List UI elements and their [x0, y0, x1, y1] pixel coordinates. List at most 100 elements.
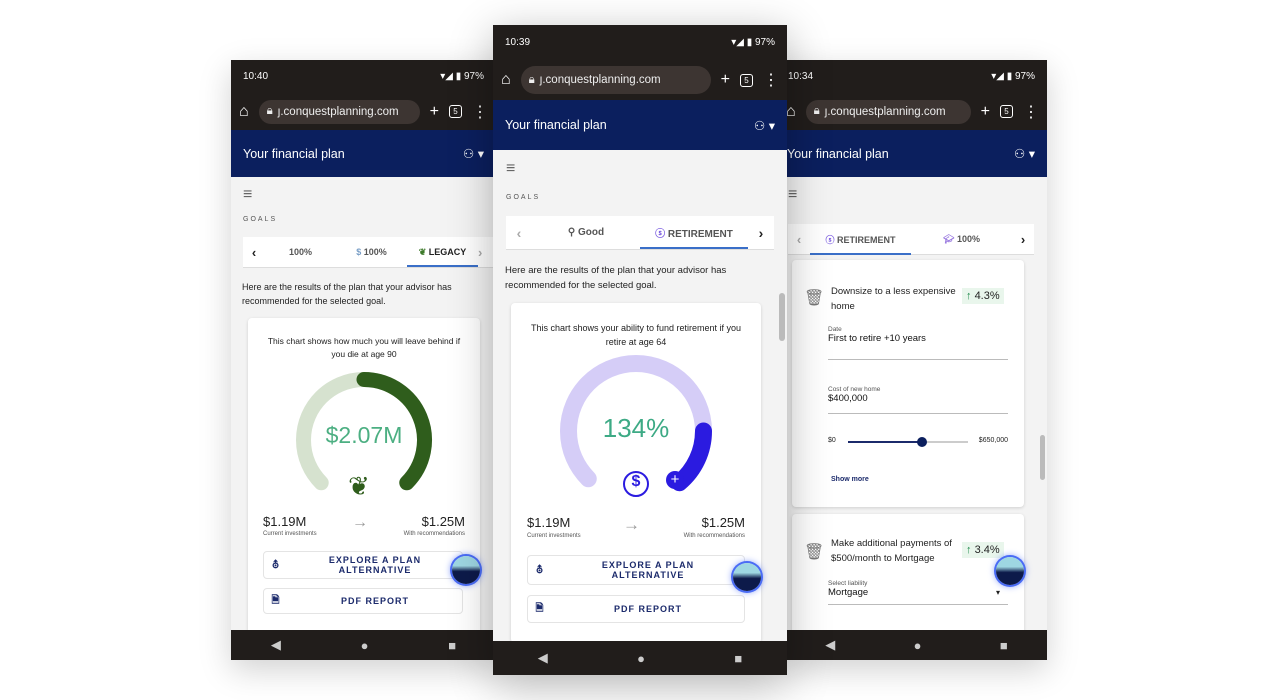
- cost-field[interactable]: Cost of new home $400,000: [828, 386, 1008, 414]
- date-field[interactable]: Date First to retire +10 years: [828, 326, 1008, 360]
- scrollbar[interactable]: [1040, 435, 1045, 480]
- goal-tabs: ‹ 100% $ 100% ❦ LEGACY ›: [243, 237, 496, 268]
- home-button-icon[interactable]: ●: [914, 638, 922, 653]
- home-button-icon[interactable]: ●: [361, 638, 369, 653]
- back-icon[interactable]: ◀: [825, 637, 835, 653]
- coin-icon: ⓢ: [825, 234, 835, 245]
- pdf-report-button[interactable]: 🗎 PDF REPORT: [263, 588, 463, 614]
- prev-icon[interactable]: ‹: [788, 232, 810, 247]
- explore-button[interactable]: ⛢ EXPLORE A PLAN ALTERNATIVE: [263, 551, 463, 579]
- intro-text: Here are the results of the plan that yo…: [505, 265, 727, 291]
- back-icon[interactable]: ◀: [538, 650, 548, 666]
- more-icon[interactable]: ⋮: [1023, 102, 1039, 122]
- recents-icon[interactable]: ■: [734, 651, 742, 666]
- recents-icon[interactable]: ■: [1000, 638, 1008, 653]
- cost-slider[interactable]: [848, 437, 968, 447]
- pdf-report-button[interactable]: 🗎 PDF REPORT: [527, 595, 745, 623]
- leaf-icon: ❦: [418, 246, 427, 257]
- assistant-fab[interactable]: [733, 563, 761, 591]
- android-nav: ◀ ● ■: [786, 630, 1047, 660]
- dollar-coin-icon: $: [623, 471, 649, 497]
- home-icon[interactable]: ⌂: [239, 103, 249, 121]
- status-bar: 10:39 ▾◢ ▮ 97%: [493, 25, 787, 60]
- goal-tabs: ‹ ⚲ Good ⓢ RETIREMENT ›: [506, 216, 774, 250]
- chart-title: This chart shows your ability to fund re…: [530, 323, 742, 347]
- assistant-fab[interactable]: [452, 556, 480, 584]
- explore-button[interactable]: ⛢ EXPLORE A PLAN ALTERNATIVE: [527, 555, 745, 585]
- users-menu-icon[interactable]: ⚇ ▾: [463, 146, 484, 161]
- url-bar[interactable]: 🔒︎ ȷ.conquestplanning.com: [258, 99, 420, 124]
- recommendation-card: 🗑︎ Downsize to a less expensive home ↑ 4…: [792, 260, 1024, 507]
- url-text: ȷ.conquestplanning.com: [824, 105, 946, 118]
- recents-icon[interactable]: ■: [448, 638, 456, 653]
- show-more-link[interactable]: Show more: [831, 476, 869, 483]
- rec-title: Downsize to a less expensive home: [831, 286, 956, 312]
- next-icon[interactable]: ›: [1012, 232, 1034, 247]
- users-menu-icon[interactable]: ⚇ ▾: [754, 118, 775, 133]
- goal-tab[interactable]: 100%: [265, 239, 336, 265]
- next-icon[interactable]: ›: [748, 225, 774, 241]
- phone-retirement: 10:39 ▾◢ ▮ 97% ⌂ 🔒︎ ȷ.conquestplanning.com…: [493, 25, 787, 675]
- home-icon[interactable]: ⌂: [786, 103, 796, 121]
- hamburger-menu-icon[interactable]: ≡: [506, 160, 515, 178]
- tab-switcher[interactable]: 5: [1000, 105, 1013, 118]
- slider-handle[interactable]: [916, 437, 927, 447]
- more-icon[interactable]: ⋮: [472, 102, 488, 122]
- plus-icon: +: [666, 471, 684, 489]
- rec-amount: $1.25M: [701, 515, 745, 530]
- goal-tab[interactable]: $ 100%: [336, 239, 407, 265]
- new-tab-icon[interactable]: +: [721, 71, 730, 89]
- goals-label: GOALS: [506, 194, 541, 201]
- header-title: Your financial plan: [243, 146, 345, 161]
- assistant-fab[interactable]: [996, 557, 1024, 585]
- header-title: Your financial plan: [505, 118, 607, 132]
- goal-tab-legacy[interactable]: ❦ LEGACY: [407, 239, 478, 267]
- slider-min: $0: [828, 437, 836, 444]
- status-bar: 10:34 ▾◢ ▮ 97%: [786, 60, 1047, 93]
- home-button-icon[interactable]: ●: [637, 651, 645, 666]
- goal-tab-retirement[interactable]: ⓢ RETIREMENT: [640, 217, 748, 249]
- url-bar[interactable]: 🔒︎ ȷ.conquestplanning.com: [520, 66, 711, 94]
- arrow-right-icon: →: [623, 515, 640, 534]
- goal-tab[interactable]: ⚲ Good: [532, 219, 640, 246]
- prev-icon[interactable]: ‹: [506, 225, 532, 241]
- url-bar[interactable]: 🔒︎ ȷ.conquestplanning.com: [805, 99, 971, 124]
- tab-switcher[interactable]: 5: [740, 73, 753, 87]
- chart-title: This chart shows how much you will leave…: [267, 336, 461, 359]
- phone-legacy: 10:40 ▾◢ ▮ 97% ⌂ 🔒︎ ȷ.conquestplanning.com…: [231, 60, 496, 660]
- rec-amount: $1.25M: [421, 514, 465, 529]
- tab-switcher[interactable]: 5: [449, 105, 462, 118]
- hamburger-menu-icon[interactable]: ≡: [243, 186, 252, 204]
- change-badge: ↑ 3.4%: [962, 542, 1004, 558]
- coin-icon: ⓢ: [655, 229, 666, 240]
- header-title: Your financial plan: [787, 146, 889, 161]
- more-icon[interactable]: ⋮: [763, 70, 779, 90]
- intro-text: Here are the results of the plan that yo…: [242, 282, 452, 306]
- liability-select[interactable]: Select liability Mortgage ▾: [828, 580, 1008, 605]
- new-tab-icon[interactable]: +: [981, 103, 990, 121]
- pdf-icon: 🗎: [535, 602, 545, 614]
- home-icon[interactable]: ⌂: [501, 71, 511, 89]
- rec-title: Make additional payments of $500/month t…: [831, 538, 952, 564]
- battery: ▾◢ ▮ 97%: [440, 71, 484, 82]
- goal-tab[interactable]: 🎓︎ 100%: [911, 226, 1012, 253]
- battery: ▾◢ ▮ 97%: [731, 37, 775, 48]
- browser-toolbar: ⌂ 🔒︎ ȷ.conquestplanning.com +5 ⋮: [786, 93, 1047, 130]
- hamburger-menu-icon[interactable]: ≡: [788, 186, 797, 204]
- prev-icon[interactable]: ‹: [243, 245, 265, 260]
- app-header: Your financial plan ⚇ ▾: [786, 130, 1047, 177]
- leaf-icon: ❦: [348, 471, 370, 501]
- url-text: ȷ.conquestplanning.com: [539, 74, 661, 86]
- trash-icon[interactable]: 🗑︎: [804, 542, 824, 562]
- goal-tab-retirement[interactable]: ⓢ RETIREMENT: [810, 225, 911, 255]
- new-tab-icon[interactable]: +: [430, 103, 439, 121]
- url-text: ȷ.conquestplanning.com: [277, 105, 399, 118]
- users-menu-icon[interactable]: ⚇ ▾: [1014, 146, 1035, 161]
- trash-icon[interactable]: 🗑︎: [804, 288, 824, 308]
- goal-tabs: ‹ ⓢ RETIREMENT 🎓︎ 100% ›: [788, 224, 1034, 255]
- status-bar: 10:40 ▾◢ ▮ 97%: [231, 60, 496, 93]
- gauge-value: $2.07M: [325, 422, 403, 448]
- back-icon[interactable]: ◀: [271, 637, 281, 653]
- scrollbar[interactable]: [779, 293, 785, 341]
- chart-card: This chart shows how much you will leave…: [248, 318, 480, 648]
